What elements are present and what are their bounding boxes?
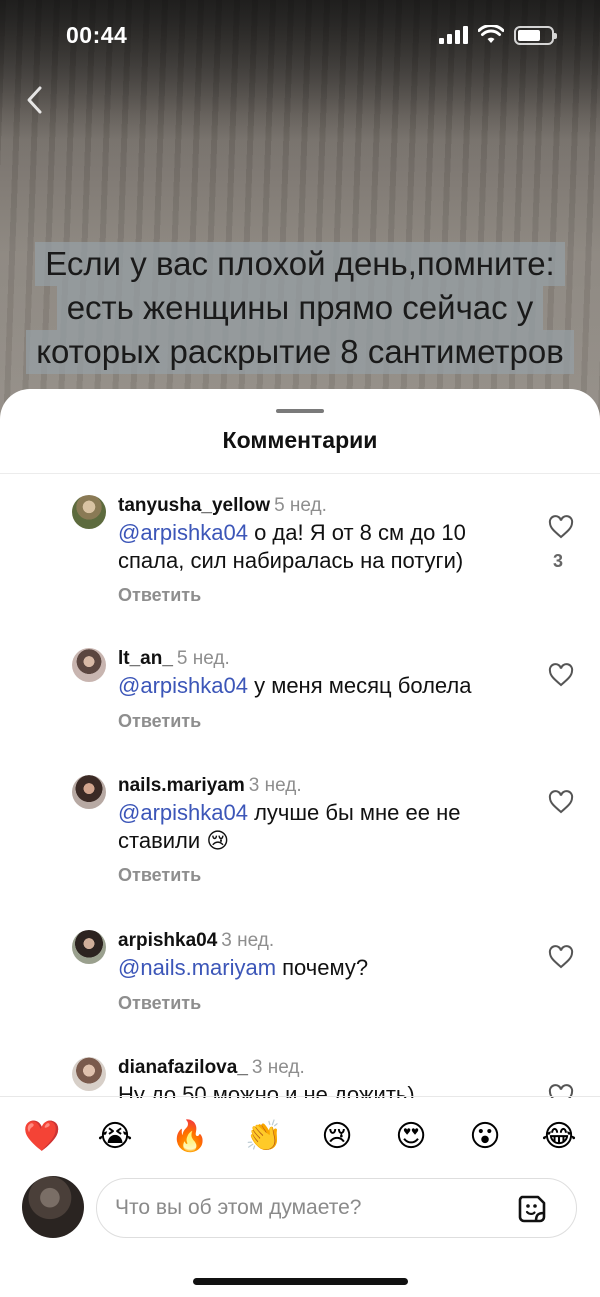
status-bar: 00:44 xyxy=(0,0,600,72)
comment-header: lt_an_ 5 нед. xyxy=(118,648,230,670)
comment-text: @nails.mariyam почему? xyxy=(118,954,538,982)
status-icons xyxy=(439,25,557,45)
comment-mention[interactable]: @arpishka04 xyxy=(118,520,248,545)
back-chevron-icon[interactable] xyxy=(20,82,50,118)
comment-time: 3 нед. xyxy=(221,930,275,951)
comment-time: 3 нед. xyxy=(248,775,302,796)
comment-mention[interactable]: @nails.mariyam xyxy=(118,955,276,980)
comment-time: 5 нед. xyxy=(274,495,327,516)
emoji-heart-eyes[interactable]: 😍 xyxy=(393,1119,429,1155)
comment-composer xyxy=(0,1173,600,1253)
comment-header: dianafazilova_ 3 нед. xyxy=(118,1057,305,1079)
heart-outline-icon[interactable] xyxy=(548,790,574,814)
comment-time: 3 нед. xyxy=(251,1057,305,1078)
comment-username[interactable]: tanyusha_yellow xyxy=(118,495,270,516)
caption-line: Если у вас плохой день,помните: xyxy=(35,242,565,286)
signal-icon xyxy=(439,26,468,44)
divider xyxy=(0,473,600,474)
heart-outline-icon[interactable] xyxy=(548,945,574,969)
reply-button[interactable]: Ответить xyxy=(118,993,201,1014)
avatar[interactable] xyxy=(72,648,106,682)
comment-text: @arpishka04 у меня месяц болела xyxy=(118,672,538,700)
reply-button[interactable]: Ответить xyxy=(118,711,201,732)
comment-input[interactable] xyxy=(115,1179,505,1237)
quick-emoji-bar: ❤️ 😭 🔥 👏 😢 😍 😮 😂 xyxy=(0,1096,600,1174)
caption-line: есть женщины прямо сейчас у xyxy=(56,286,544,330)
reply-button[interactable]: Ответить xyxy=(118,865,201,886)
like-count: 3 xyxy=(553,551,564,571)
reply-button[interactable]: Ответить xyxy=(118,585,201,606)
comment-username[interactable]: lt_an_ xyxy=(118,648,173,669)
avatar[interactable] xyxy=(72,930,106,964)
avatar[interactable] xyxy=(72,495,106,529)
comment-username[interactable]: nails.mariyam xyxy=(118,775,245,796)
comment-time: 5 нед. xyxy=(176,648,230,669)
comment-mention[interactable]: @arpishka04 xyxy=(118,673,248,698)
video-caption: Если у вас плохой день,помните: есть жен… xyxy=(0,242,600,374)
sticker-icon[interactable] xyxy=(516,1193,548,1225)
comment-mention[interactable]: @arpishka04 xyxy=(118,800,248,825)
comments-sheet: Комментарии tanyusha_yellow 5 нед. @arpis… xyxy=(0,389,600,1297)
comment-body: почему? xyxy=(276,955,369,980)
home-indicator[interactable] xyxy=(193,1278,408,1285)
avatar[interactable] xyxy=(72,1057,106,1091)
wifi-icon xyxy=(478,25,504,43)
comment-list[interactable]: tanyusha_yellow 5 нед. @arpishka04 о да! … xyxy=(0,475,600,1098)
comment-username[interactable]: arpishka04 xyxy=(118,930,217,951)
comment-text: @arpishka04 о да! Я от 8 см до 10 спала,… xyxy=(118,519,538,575)
emoji-crying[interactable]: 😢 xyxy=(319,1119,355,1155)
sheet-drag-handle[interactable] xyxy=(276,409,324,413)
battery-icon xyxy=(514,25,557,45)
sheet-title: Комментарии xyxy=(222,427,378,453)
heart-outline-icon[interactable] xyxy=(548,663,574,687)
status-time: 00:44 xyxy=(66,22,128,48)
comment-header: nails.mariyam 3 нед. xyxy=(118,775,302,797)
comment-username[interactable]: dianafazilova_ xyxy=(118,1057,248,1078)
emoji-clapping[interactable]: 👏 xyxy=(245,1119,282,1155)
emoji-laughing[interactable]: 😂 xyxy=(541,1119,577,1155)
comment-text: @arpishka04 лучше бы мне ее не ставили 😢 xyxy=(118,799,518,855)
heart-outline-icon[interactable] xyxy=(548,515,574,539)
comment-body: у меня месяц болела xyxy=(247,673,472,698)
emoji-surprised[interactable]: 😮 xyxy=(467,1119,503,1155)
avatar[interactable] xyxy=(72,775,106,809)
emoji-fire[interactable]: 🔥 xyxy=(171,1119,208,1155)
comment-header: tanyusha_yellow 5 нед. xyxy=(118,495,327,517)
user-avatar[interactable] xyxy=(22,1176,84,1238)
emoji-loudly-crying[interactable]: 😭 xyxy=(97,1119,133,1155)
caption-line: которых раскрытие 8 сантиметров xyxy=(26,330,574,374)
comment-header: arpishka04 3 нед. xyxy=(118,930,274,952)
emoji-heart[interactable]: ❤️ xyxy=(23,1119,60,1155)
comment-input-wrapper[interactable] xyxy=(96,1178,577,1238)
